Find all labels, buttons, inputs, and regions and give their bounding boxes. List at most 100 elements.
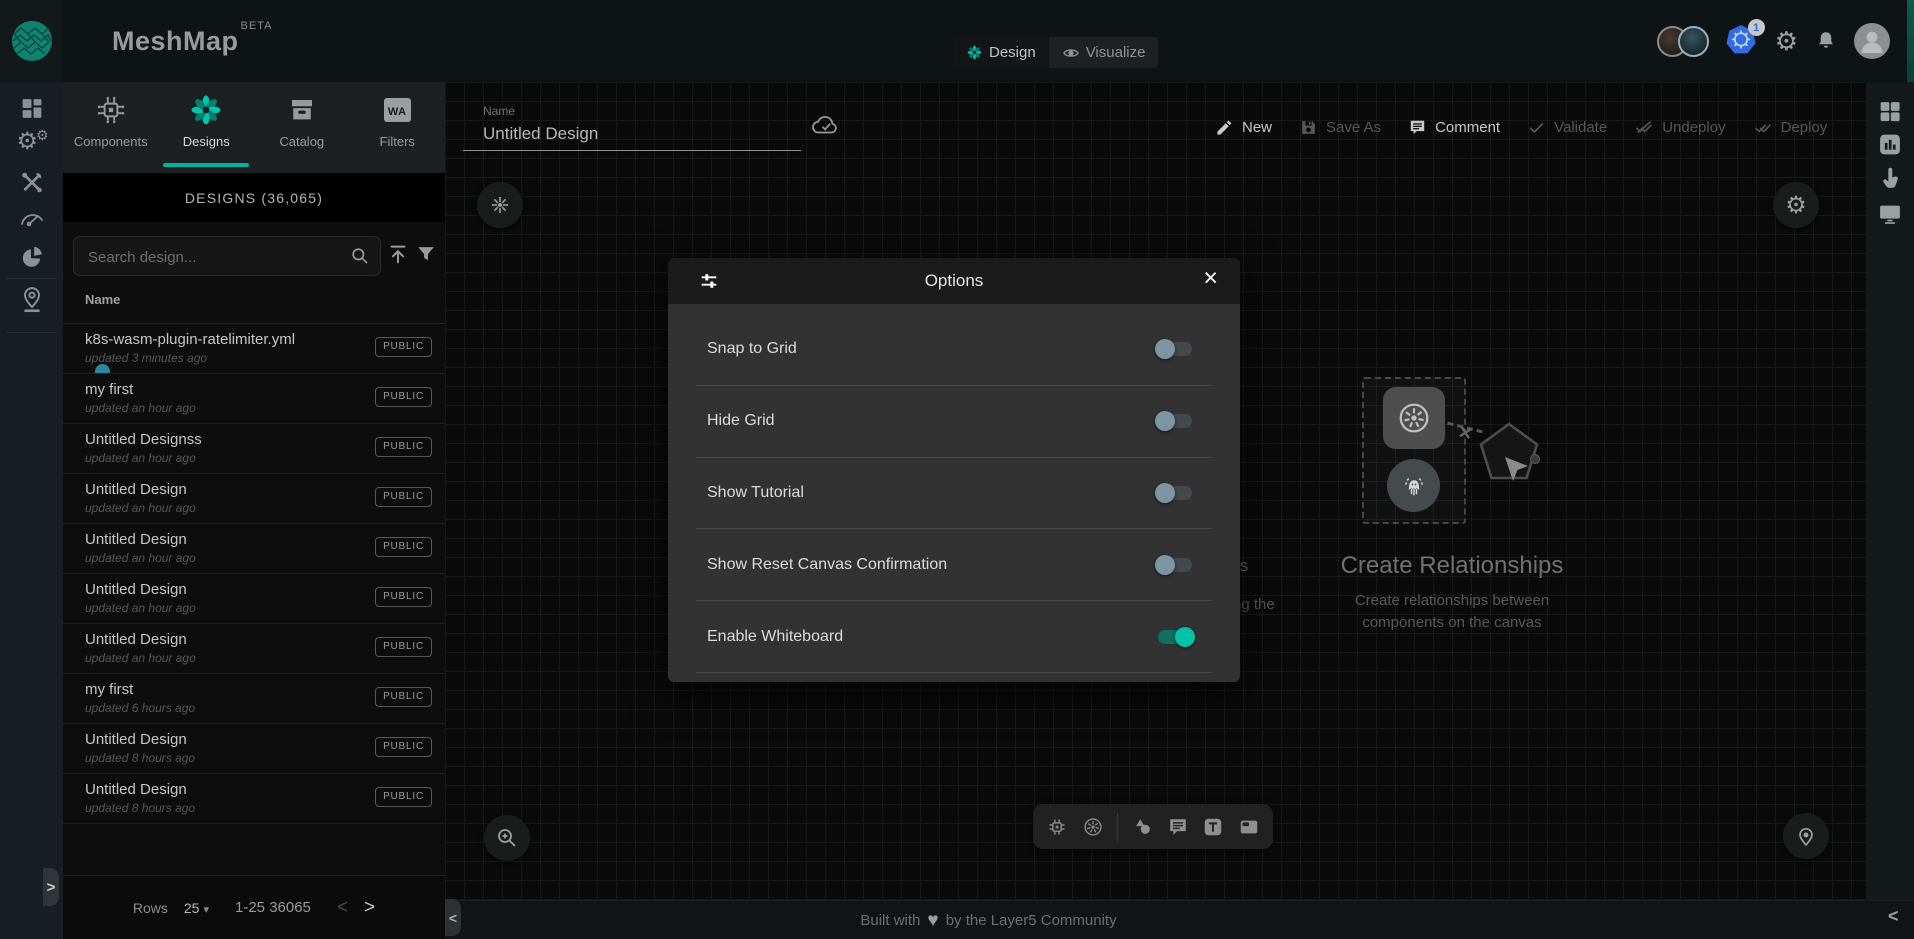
- sidebar-item-lifecycle[interactable]: ⚙ ⚙: [17, 130, 47, 158]
- sidebar-item-dashboard[interactable]: [19, 96, 44, 121]
- design-name: Untitled Design: [85, 481, 187, 498]
- design-row[interactable]: my first updated 6 hours ago PUBLIC: [63, 674, 445, 724]
- canvas-dock: [1033, 804, 1273, 849]
- beta-badge: BETA: [241, 20, 273, 32]
- chart-panel-icon[interactable]: [1878, 132, 1903, 157]
- new-button[interactable]: New: [1215, 118, 1272, 137]
- app-header: MeshMapBETA Design: [0, 0, 1914, 84]
- enable-whiteboard-toggle[interactable]: [1158, 627, 1192, 647]
- display-icon[interactable]: [1878, 203, 1903, 226]
- collapse-right-rail-chevron[interactable]: <: [1888, 906, 1899, 927]
- validate-button[interactable]: Validate: [1527, 118, 1607, 137]
- design-row[interactable]: Untitled Design updated an hour ago PUBL…: [63, 624, 445, 674]
- components-chip-icon[interactable]: [1046, 816, 1068, 838]
- shapes-icon[interactable]: [1132, 816, 1154, 838]
- pen-tool-button[interactable]: [1783, 813, 1829, 859]
- mode-visualize-button[interactable]: Visualize: [1049, 37, 1159, 68]
- comment-tool-icon[interactable]: [1167, 816, 1189, 838]
- new-label: New: [1242, 119, 1272, 136]
- design-updated: updated an hour ago: [85, 551, 196, 565]
- kubernetes-wheel-button[interactable]: [477, 182, 523, 228]
- rail-divider: [6, 278, 57, 279]
- page-size-select[interactable]: 25▾: [184, 900, 209, 916]
- design-name-input[interactable]: [463, 122, 801, 151]
- design-row[interactable]: Untitled Design updated an hour ago PUBL…: [63, 524, 445, 574]
- tab-filters[interactable]: WA Filters: [350, 82, 446, 173]
- profile-avatar-icon[interactable]: [1854, 23, 1890, 59]
- sidebar-item-performance[interactable]: [19, 208, 45, 230]
- comment-button[interactable]: Comment: [1408, 118, 1500, 137]
- undeploy-button[interactable]: Undeploy: [1634, 118, 1725, 137]
- collaborator-avatar-2[interactable]: [1678, 26, 1709, 57]
- design-row[interactable]: k8s-wasm-plugin-ratelimiter.yml updated …: [63, 324, 445, 374]
- rows-label: Rows: [133, 900, 168, 916]
- show-tutorial-toggle[interactable]: [1158, 483, 1192, 503]
- design-updated: updated an hour ago: [85, 651, 196, 665]
- show-reset-canvas-confirmation-toggle[interactable]: [1158, 555, 1192, 575]
- search-input[interactable]: [86, 237, 340, 277]
- options-modal: Options × Snap to Grid Hide Grid Show Tu…: [668, 258, 1240, 682]
- design-row[interactable]: Untitled Design updated 8 hours ago PUBL…: [63, 724, 445, 774]
- rail-divider: [6, 332, 57, 333]
- mode-design-button[interactable]: Design: [953, 37, 1049, 68]
- kubernetes-component-tile: [1383, 387, 1445, 449]
- import-design-icon[interactable]: [387, 242, 409, 266]
- tab-components[interactable]: Components: [63, 82, 159, 173]
- kubernetes-wheel-icon[interactable]: [1082, 816, 1104, 838]
- design-row[interactable]: my first updated an hour ago PUBLIC: [63, 374, 445, 424]
- settings-gear-icon[interactable]: ⚙: [1775, 28, 1798, 54]
- option-label: Show Reset Canvas Confirmation: [707, 556, 947, 574]
- kubernetes-context-switcher[interactable]: 1: [1725, 24, 1759, 58]
- prev-page-button[interactable]: <: [337, 897, 348, 919]
- visibility-badge: PUBLIC: [375, 787, 432, 807]
- design-updated: updated 8 hours ago: [85, 751, 195, 765]
- active-tab-underline: [163, 163, 249, 167]
- empty-state-title: Create Relationships: [1302, 552, 1602, 580]
- option-label: Snap to Grid: [707, 340, 797, 358]
- deploy-button[interactable]: Deploy: [1753, 118, 1828, 137]
- apps-grid-icon[interactable]: [1878, 99, 1903, 124]
- sidebar-item-toolkit[interactable]: [19, 170, 44, 195]
- tab-designs[interactable]: Designs: [159, 82, 255, 173]
- panel-tabbar: Components: [63, 82, 445, 173]
- design-updated: updated an hour ago: [85, 501, 196, 515]
- design-row[interactable]: Untitled Designss updated an hour ago PU…: [63, 424, 445, 474]
- option-row-show-tutorial: Show Tutorial: [696, 458, 1212, 530]
- notifications-bell-icon[interactable]: [1814, 29, 1838, 53]
- canvas-settings-gear-button[interactable]: ⚙: [1773, 182, 1819, 228]
- close-icon[interactable]: ×: [1203, 266, 1218, 291]
- pagination-bar: Rows 25▾ 1-25 36065 < >: [63, 875, 445, 939]
- zoom-in-button[interactable]: [484, 815, 530, 861]
- snap-to-grid-toggle[interactable]: [1158, 339, 1192, 359]
- save-icon: [1299, 118, 1318, 137]
- mode-toggle-group: Design Visualize: [953, 37, 1158, 68]
- comment-label: Comment: [1435, 119, 1500, 136]
- expand-rail-chevron[interactable]: >: [43, 868, 59, 906]
- sidebar-item-mesh[interactable]: [19, 244, 45, 270]
- filter-funnel-icon[interactable]: [415, 243, 437, 265]
- touch-gesture-icon[interactable]: [1878, 166, 1903, 191]
- pentagon-node: [1475, 419, 1543, 489]
- designs-panel: Components: [63, 82, 445, 939]
- next-page-button[interactable]: >: [364, 897, 375, 919]
- tab-catalog[interactable]: Catalog: [254, 82, 350, 173]
- comment-icon: [1408, 118, 1427, 137]
- layer5-mesh-logo-icon: [11, 20, 53, 62]
- design-row[interactable]: Untitled Design updated 8 hours ago PUBL…: [63, 774, 445, 824]
- search-icon[interactable]: [350, 246, 370, 266]
- design-name: Untitled Designss: [85, 431, 202, 448]
- collapse-panel-chevron[interactable]: <: [445, 899, 461, 936]
- design-row[interactable]: Untitled Design updated an hour ago PUBL…: [63, 474, 445, 524]
- save-as-button[interactable]: Save As: [1299, 118, 1381, 137]
- design-row[interactable]: Untitled Design updated an hour ago PUBL…: [63, 574, 445, 624]
- mode-design-label: Design: [989, 44, 1036, 61]
- option-row-hide-grid: Hide Grid: [696, 386, 1212, 458]
- heart-icon: ♥: [927, 910, 938, 932]
- hide-grid-toggle[interactable]: [1158, 411, 1192, 431]
- text-tool-icon[interactable]: [1202, 816, 1224, 838]
- sidebar-item-meshmap[interactable]: [19, 286, 45, 314]
- media-tool-icon[interactable]: [1238, 816, 1260, 838]
- design-name: k8s-wasm-plugin-ratelimiter.yml: [85, 331, 295, 348]
- tab-catalog-label: Catalog: [279, 134, 324, 149]
- layer5-logo[interactable]: [0, 0, 63, 82]
